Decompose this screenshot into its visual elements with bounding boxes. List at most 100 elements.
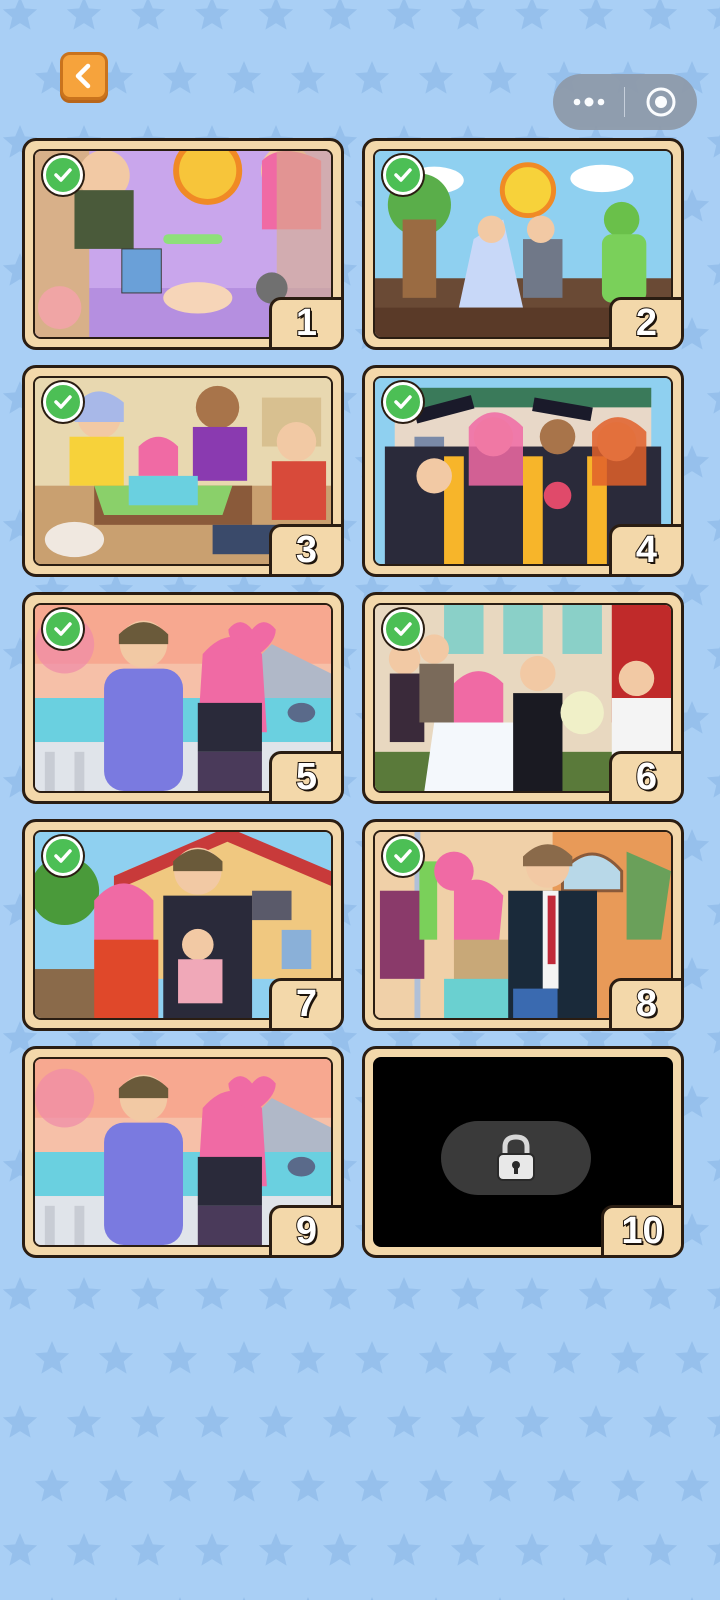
star-decoration bbox=[290, 1341, 326, 1374]
star-decoration bbox=[514, 1533, 550, 1566]
completed-check-icon bbox=[43, 382, 83, 422]
star-decoration bbox=[290, 1469, 326, 1502]
star-decoration bbox=[322, 0, 358, 30]
star-decoration bbox=[706, 6, 720, 30]
star-decoration bbox=[578, 1277, 614, 1310]
level-card-9[interactable]: 9 bbox=[22, 1046, 344, 1258]
star-decoration bbox=[2, 1277, 38, 1310]
star-decoration bbox=[226, 1469, 262, 1502]
level-number: 10 bbox=[601, 1205, 681, 1255]
star-decoration bbox=[354, 1341, 390, 1374]
level-number: 4 bbox=[609, 524, 681, 574]
star-decoration bbox=[66, 0, 102, 30]
star-decoration bbox=[706, 518, 720, 542]
completed-check-icon bbox=[383, 382, 423, 422]
close-button[interactable] bbox=[625, 74, 696, 130]
star-decoration bbox=[418, 1469, 454, 1502]
star-decoration bbox=[194, 1405, 230, 1438]
star-decoration bbox=[194, 1277, 230, 1310]
star-decoration bbox=[642, 1405, 678, 1438]
completed-check-icon bbox=[383, 609, 423, 649]
completed-check-icon bbox=[383, 155, 423, 195]
level-card-5[interactable]: 5 bbox=[22, 592, 344, 804]
star-decoration bbox=[514, 0, 550, 30]
star-decoration bbox=[66, 1405, 102, 1438]
level-card-7[interactable]: 7 bbox=[22, 819, 344, 1031]
star-decoration bbox=[162, 61, 198, 94]
star-decoration bbox=[2, 1533, 38, 1566]
star-decoration bbox=[98, 1469, 134, 1502]
star-decoration bbox=[258, 1533, 294, 1566]
level-card-10-locked[interactable]: 10 bbox=[362, 1046, 684, 1258]
completed-check-icon bbox=[43, 836, 83, 876]
star-decoration bbox=[386, 1533, 422, 1566]
star-decoration bbox=[546, 1469, 582, 1502]
star-decoration bbox=[418, 61, 454, 94]
lock-badge bbox=[441, 1121, 591, 1195]
star-decoration bbox=[482, 1469, 518, 1502]
star-decoration bbox=[258, 1277, 294, 1310]
level-number: 5 bbox=[269, 751, 341, 801]
star-decoration bbox=[418, 1341, 454, 1374]
star-decoration bbox=[34, 1469, 70, 1502]
star-decoration bbox=[706, 134, 720, 158]
level-number: 2 bbox=[609, 297, 681, 347]
star-decoration bbox=[706, 646, 720, 670]
level-card-2[interactable]: 2 bbox=[362, 138, 684, 350]
star-decoration bbox=[546, 1341, 582, 1374]
completed-check-icon bbox=[43, 155, 83, 195]
star-decoration bbox=[450, 0, 486, 30]
level-number: 7 bbox=[269, 978, 341, 1028]
star-decoration bbox=[162, 1341, 198, 1374]
star-decoration bbox=[482, 1341, 518, 1374]
star-decoration bbox=[354, 1469, 390, 1502]
level-card-3[interactable]: 3 bbox=[22, 365, 344, 577]
star-decoration bbox=[66, 1533, 102, 1566]
star-decoration bbox=[354, 61, 390, 94]
star-decoration bbox=[130, 1405, 166, 1438]
star-decoration bbox=[706, 1542, 720, 1566]
star-decoration bbox=[2, 1405, 38, 1438]
record-circle-icon bbox=[646, 87, 675, 117]
star-decoration bbox=[194, 0, 230, 30]
level-number: 8 bbox=[609, 978, 681, 1028]
star-decoration bbox=[706, 1414, 720, 1438]
star-decoration bbox=[610, 1469, 646, 1502]
level-card-6[interactable]: 6 bbox=[362, 592, 684, 804]
star-decoration bbox=[226, 1341, 262, 1374]
star-decoration bbox=[290, 61, 326, 94]
chevron-left-icon bbox=[75, 63, 91, 89]
star-decoration bbox=[578, 1405, 614, 1438]
star-decoration bbox=[706, 1286, 720, 1310]
back-button[interactable] bbox=[60, 52, 108, 100]
star-decoration bbox=[258, 1405, 294, 1438]
level-card-1[interactable]: 1 bbox=[22, 138, 344, 350]
star-decoration bbox=[386, 1405, 422, 1438]
star-decoration bbox=[2, 0, 38, 30]
star-decoration bbox=[514, 1405, 550, 1438]
star-decoration bbox=[578, 0, 614, 30]
star-decoration bbox=[66, 1277, 102, 1310]
more-button[interactable] bbox=[553, 74, 624, 130]
star-decoration bbox=[706, 1158, 720, 1182]
level-number: 1 bbox=[269, 297, 341, 347]
mini-program-capsule bbox=[553, 74, 697, 130]
star-decoration bbox=[642, 1533, 678, 1566]
star-decoration bbox=[258, 0, 294, 30]
star-decoration bbox=[706, 1030, 720, 1054]
star-decoration bbox=[322, 1277, 358, 1310]
level-card-8[interactable]: 8 bbox=[362, 819, 684, 1031]
star-decoration bbox=[610, 1341, 646, 1374]
level-card-4[interactable]: 4 bbox=[362, 365, 684, 577]
level-number: 6 bbox=[609, 751, 681, 801]
star-decoration bbox=[226, 61, 262, 94]
star-decoration bbox=[34, 1341, 70, 1374]
star-decoration bbox=[482, 61, 518, 94]
level-number: 3 bbox=[269, 524, 341, 574]
star-decoration bbox=[450, 1533, 486, 1566]
star-decoration bbox=[706, 902, 720, 926]
padlock-icon bbox=[497, 1134, 535, 1181]
star-decoration bbox=[322, 1405, 358, 1438]
star-decoration bbox=[674, 1469, 710, 1502]
level-number: 9 bbox=[269, 1205, 341, 1255]
